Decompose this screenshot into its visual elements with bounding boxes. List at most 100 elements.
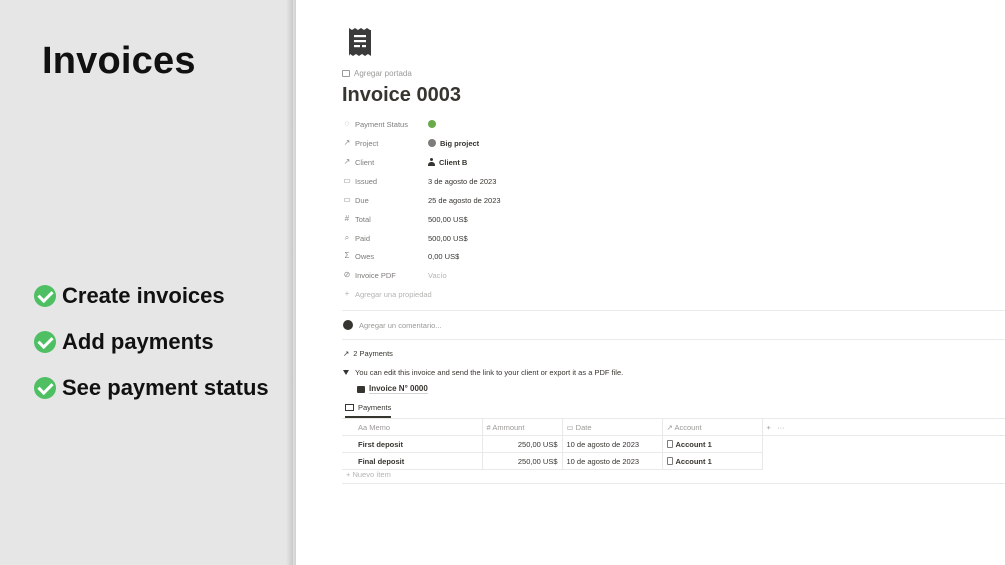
feature-label: See payment status — [62, 375, 269, 400]
calendar-icon: ▭ — [343, 176, 351, 185]
formula-icon: Σ — [344, 251, 350, 260]
notion-page: Agregar portada Invoice 0003 ◌ Payment S… — [296, 0, 1005, 565]
relation-arrow-icon: ↗ — [343, 349, 350, 358]
status-icon: ◌ — [344, 119, 350, 128]
property-label: Total — [355, 214, 371, 224]
add-property-label: Agregar una propiedad — [355, 289, 432, 299]
property-value[interactable]: 500,00 US$ — [428, 234, 468, 243]
property-value[interactable]: 0,00 US$ — [428, 252, 459, 261]
property-label: Due — [355, 195, 369, 205]
property-name: ↗ Client — [343, 158, 428, 167]
property-client[interactable]: ↗ Client Client B — [343, 155, 468, 169]
toggle-triangle-icon[interactable] — [343, 370, 349, 375]
cell-account[interactable]: Account 1 — [661, 435, 762, 453]
property-name: ▭ Issued — [343, 177, 428, 186]
property-name: ⊘ Invoice PDF — [343, 271, 428, 280]
comment-placeholder: Agregar un comentario... — [359, 320, 442, 330]
feature-label: Create invoices — [62, 283, 225, 308]
property-value[interactable]: Client B — [428, 158, 467, 167]
property-label: Invoice PDF — [355, 270, 396, 280]
property-paid[interactable]: ⌕ Paid 500,00 US$ — [343, 231, 468, 245]
column-header-date[interactable]: ▭ Date — [561, 418, 662, 436]
property-project[interactable]: ↗ Project Big project — [343, 136, 480, 150]
table-row[interactable]: Final deposit 250,00 US$ 10 de agosto de… — [342, 452, 1005, 470]
property-name: ◌ Payment Status — [343, 120, 428, 129]
check-circle-icon — [34, 377, 56, 399]
account-link[interactable]: Account 1 — [676, 457, 712, 466]
cell-date[interactable]: 10 de agosto de 2023 — [561, 435, 662, 453]
panel-shadow — [286, 0, 296, 565]
add-property-button[interactable]: + Agregar una propiedad — [343, 287, 432, 301]
property-value[interactable]: 3 de agosto de 2023 — [428, 177, 496, 186]
table-icon — [345, 404, 354, 411]
calendar-icon: ▭ — [566, 422, 576, 432]
property-label: Payment Status — [355, 119, 408, 129]
briefcase-icon — [357, 385, 365, 393]
more-options-button[interactable]: ··· — [777, 423, 785, 432]
property-invoice-pdf[interactable]: ⊘ Invoice PDF Vacío — [343, 268, 447, 282]
table-header-actions: + ··· — [761, 418, 1005, 436]
column-header-account[interactable]: ↗ Account — [661, 418, 762, 436]
page-title[interactable]: Invoice 0003 — [342, 84, 461, 107]
property-due[interactable]: ▭ Due 25 de agosto de 2023 — [343, 193, 501, 207]
payments-table: Aa Memo # Ammount ▭ Date ↗ Account + ···… — [342, 418, 1005, 470]
property-payment-status[interactable]: ◌ Payment Status — [343, 117, 436, 131]
feature-label: Add payments — [62, 329, 214, 354]
property-owes[interactable]: Σ Owes 0,00 US$ — [343, 249, 460, 263]
add-cover-label: Agregar portada — [354, 69, 412, 78]
property-total[interactable]: # Total 500,00 US$ — [343, 212, 468, 226]
image-icon — [342, 70, 350, 77]
column-header-amount[interactable]: # Ammount — [481, 418, 562, 436]
cell-memo[interactable]: First deposit — [342, 435, 482, 453]
property-name: ⌕ Paid — [343, 234, 428, 243]
feature-item: Create invoices — [34, 283, 225, 309]
property-name: ↗ Project — [343, 139, 428, 148]
property-value[interactable]: Vacío — [428, 271, 447, 280]
divider — [342, 310, 1005, 311]
property-issued[interactable]: ▭ Issued 3 de agosto de 2023 — [343, 174, 496, 188]
property-label: Client — [355, 157, 375, 167]
cell-account[interactable]: Account 1 — [661, 452, 762, 470]
receipt-icon[interactable] — [348, 27, 372, 58]
column-header-memo[interactable]: Aa Memo — [342, 418, 482, 436]
linked-page-title: Invoice N° 0000 — [369, 384, 428, 394]
toggle-text: You can edit this invoice and send the l… — [355, 368, 624, 377]
check-circle-icon — [34, 285, 56, 307]
comment-input[interactable]: Agregar un comentario... — [343, 320, 442, 330]
plus-icon: + — [344, 289, 350, 298]
cell-amount[interactable]: 250,00 US$ — [481, 452, 562, 470]
account-link[interactable]: Account 1 — [676, 440, 712, 449]
property-name: ▭ Due — [343, 196, 428, 205]
status-dot-icon — [428, 120, 436, 128]
document-icon — [666, 456, 673, 465]
property-label: Project — [355, 138, 379, 148]
client-link[interactable]: Client B — [439, 158, 467, 167]
linked-page[interactable]: Invoice N° 0000 — [357, 384, 428, 394]
property-value[interactable]: 500,00 US$ — [428, 215, 468, 224]
calendar-icon: ▭ — [343, 195, 351, 204]
relation-arrow-icon: ↗ — [343, 138, 351, 147]
add-property: + Agregar una propiedad — [343, 290, 432, 299]
project-link[interactable]: Big project — [440, 139, 479, 148]
new-item-button[interactable]: + Nuevo ítem — [346, 470, 391, 479]
property-label: Issued — [355, 176, 378, 186]
property-value[interactable]: Big project — [428, 139, 479, 148]
payments-relation[interactable]: ↗ 2 Payments — [343, 349, 393, 358]
tab-payments[interactable]: Payments — [345, 403, 392, 418]
payments-count: 2 Payments — [353, 349, 393, 358]
check-circle-icon — [34, 331, 56, 353]
add-cover-button[interactable]: Agregar portada — [342, 69, 412, 78]
column-label: Account — [674, 422, 702, 432]
cell-amount[interactable]: 250,00 US$ — [481, 435, 562, 453]
cell-empty — [761, 452, 1005, 470]
cell-memo[interactable]: Final deposit — [342, 452, 482, 470]
property-value[interactable] — [428, 120, 436, 128]
toggle-block[interactable]: You can edit this invoice and send the l… — [343, 368, 623, 377]
property-value[interactable]: 25 de agosto de 2023 — [428, 196, 501, 205]
document-icon — [666, 439, 673, 448]
add-column-button[interactable]: + — [767, 423, 771, 432]
table-header-row: Aa Memo # Ammount ▭ Date ↗ Account + ··· — [342, 418, 1005, 436]
cell-date[interactable]: 10 de agosto de 2023 — [561, 452, 662, 470]
divider — [342, 339, 1005, 340]
table-row[interactable]: First deposit 250,00 US$ 10 de agosto de… — [342, 435, 1005, 453]
